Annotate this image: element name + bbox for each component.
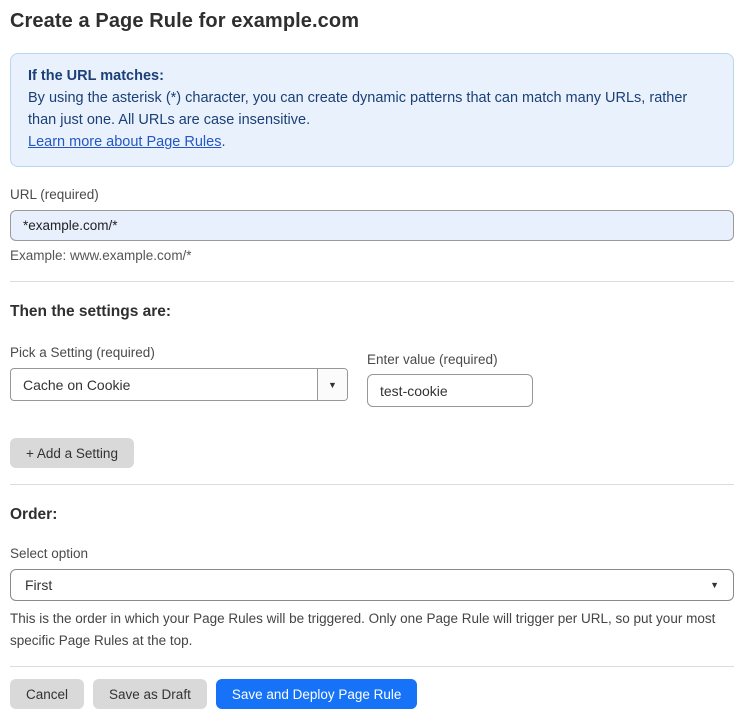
setting-value-column: Enter value (required) — [367, 345, 533, 407]
page-rule-form: Create a Page Rule for example.com If th… — [0, 0, 750, 709]
learn-more-link[interactable]: Learn more about Page Rules — [28, 134, 221, 150]
divider — [10, 281, 734, 282]
cancel-button[interactable]: Cancel — [10, 679, 85, 709]
setting-select-label: Pick a Setting (required) — [10, 345, 155, 360]
order-section-heading: Order: — [10, 506, 58, 523]
divider — [10, 484, 734, 485]
order-select-label: Select option — [10, 546, 89, 561]
settings-section-heading: Then the settings are: — [10, 303, 172, 320]
order-select-value: First — [25, 577, 53, 593]
chevron-down-icon: ▼ — [328, 379, 337, 390]
link-period: . — [221, 134, 226, 150]
save-and-deploy-button[interactable]: Save and Deploy Page Rule — [215, 679, 418, 709]
save-as-draft-button[interactable]: Save as Draft — [93, 679, 207, 709]
info-box-body: By using the asterisk (*) character, you… — [28, 90, 688, 128]
setting-select-column: Pick a Setting (required) Cache on Cooki… — [10, 345, 348, 401]
order-select[interactable]: First ▼ — [10, 569, 734, 601]
url-match-info-box: If the URL matches: By using the asteris… — [10, 53, 734, 167]
page-title: Create a Page Rule for example.com — [10, 10, 360, 32]
setting-select-arrow-segment[interactable]: ▼ — [317, 369, 347, 400]
info-box-heading: If the URL matches: — [28, 68, 164, 84]
info-box-link-line: Learn more about Page Rules. — [28, 131, 716, 153]
url-field-hint: Example: www.example.com/* — [10, 248, 192, 263]
url-input[interactable] — [10, 210, 734, 241]
setting-value-label: Enter value (required) — [367, 352, 498, 367]
setting-select[interactable]: Cache on Cookie ▼ — [10, 368, 348, 401]
url-field-label: URL (required) — [10, 187, 99, 202]
setting-select-value: Cache on Cookie — [23, 376, 131, 393]
divider — [10, 666, 734, 667]
add-setting-button[interactable]: + Add a Setting — [10, 438, 134, 468]
settings-row: Pick a Setting (required) Cache on Cooki… — [10, 345, 734, 407]
order-help-text: This is the order in which your Page Rul… — [10, 611, 716, 648]
setting-value-input[interactable] — [367, 374, 533, 407]
chevron-down-icon: ▼ — [710, 580, 719, 590]
footer-buttons: Cancel Save as Draft Save and Deploy Pag… — [10, 679, 734, 709]
